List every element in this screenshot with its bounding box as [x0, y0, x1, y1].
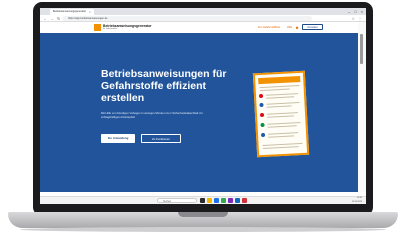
task-view-icon[interactable] — [200, 198, 205, 203]
taskbar-apps — [200, 198, 247, 203]
document-line — [268, 135, 295, 138]
document-line — [268, 132, 299, 135]
document-line — [262, 146, 299, 150]
screen: Betriebsanweisungsgenerator × – □ × ← → … — [40, 8, 366, 204]
site-header: Betriebsanweisungsgenerator für Gefahrst… — [40, 22, 366, 33]
taskbar: Suchen 14:32 12.05.2023 — [40, 196, 366, 204]
document-line — [266, 96, 295, 99]
browser-tabbar: Betriebsanweisungsgenerator × – □ × — [40, 8, 366, 15]
bookmark-star-icon[interactable]: ☆ — [351, 15, 355, 22]
taskbar-search-input[interactable]: Suchen — [157, 198, 197, 203]
nav-link-gefahrstoffliste[interactable]: Zur Gefahrstoffliste — [258, 26, 280, 29]
close-window-icon[interactable]: × — [361, 8, 363, 15]
reload-icon[interactable]: ↻ — [57, 15, 60, 22]
menu-icon[interactable]: ⋮ — [358, 15, 362, 22]
logo-subtitle: für Gefahrstoffe — [103, 28, 117, 30]
app-icon[interactable] — [228, 198, 233, 203]
laptop-notch — [178, 212, 228, 217]
document-line — [259, 84, 300, 89]
protection-icon — [259, 102, 264, 108]
document-header-bar — [258, 75, 301, 85]
document-line — [259, 88, 290, 92]
edge-browser-icon[interactable] — [214, 198, 219, 203]
forward-icon[interactable]: → — [50, 15, 54, 22]
hazard-icon — [258, 93, 264, 99]
disposal-icon — [260, 132, 266, 138]
scrollbar-thumb[interactable] — [360, 34, 363, 64]
file-explorer-icon[interactable] — [207, 198, 212, 203]
app-icon[interactable] — [242, 198, 247, 203]
document-line — [267, 115, 295, 118]
document-line — [266, 102, 300, 105]
document-line — [266, 105, 292, 108]
cta-login-button[interactable]: Zur Anmeldung — [101, 134, 135, 143]
document-line — [267, 125, 297, 128]
window-controls: – □ × — [348, 8, 363, 15]
user-icon[interactable]: ☻ — [295, 25, 299, 30]
betriebsanweisung-document-illustration — [252, 70, 310, 158]
mail-icon[interactable] — [235, 198, 240, 203]
maximize-icon[interactable]: □ — [354, 8, 356, 15]
taskbar-clock[interactable]: 14:32 12.05.2023 — [352, 197, 362, 204]
cta-features-button[interactable]: Zu Funktionen — [141, 134, 181, 143]
back-icon[interactable]: ← — [43, 15, 47, 22]
hero-description: Mit Hilfe von bündigen Vorlagen in wenig… — [101, 111, 203, 119]
first-aid-icon — [260, 122, 265, 128]
login-button[interactable]: Anmelden — [302, 24, 323, 30]
nav-icons: ← → ↻ — [43, 15, 60, 22]
laptop-shadow — [20, 227, 386, 232]
chrome-icon[interactable] — [221, 198, 226, 203]
url-input[interactable]: https://app.betriebsanweisungen.de — [62, 16, 312, 21]
hazard-icon — [259, 112, 265, 118]
clock-date: 12.05.2023 — [351, 200, 362, 203]
address-bar-actions: ☆ ⋮ — [351, 15, 362, 22]
address-bar: ← → ↻ https://app.betriebsanweisungen.de… — [40, 15, 366, 22]
hero-title: Betriebsanweisungen für Gefahrstoffe eff… — [101, 68, 227, 104]
nav-link-hilfe[interactable]: Hilfe — [287, 26, 292, 29]
minimize-icon[interactable]: – — [348, 8, 350, 15]
logo-icon[interactable] — [94, 24, 101, 31]
